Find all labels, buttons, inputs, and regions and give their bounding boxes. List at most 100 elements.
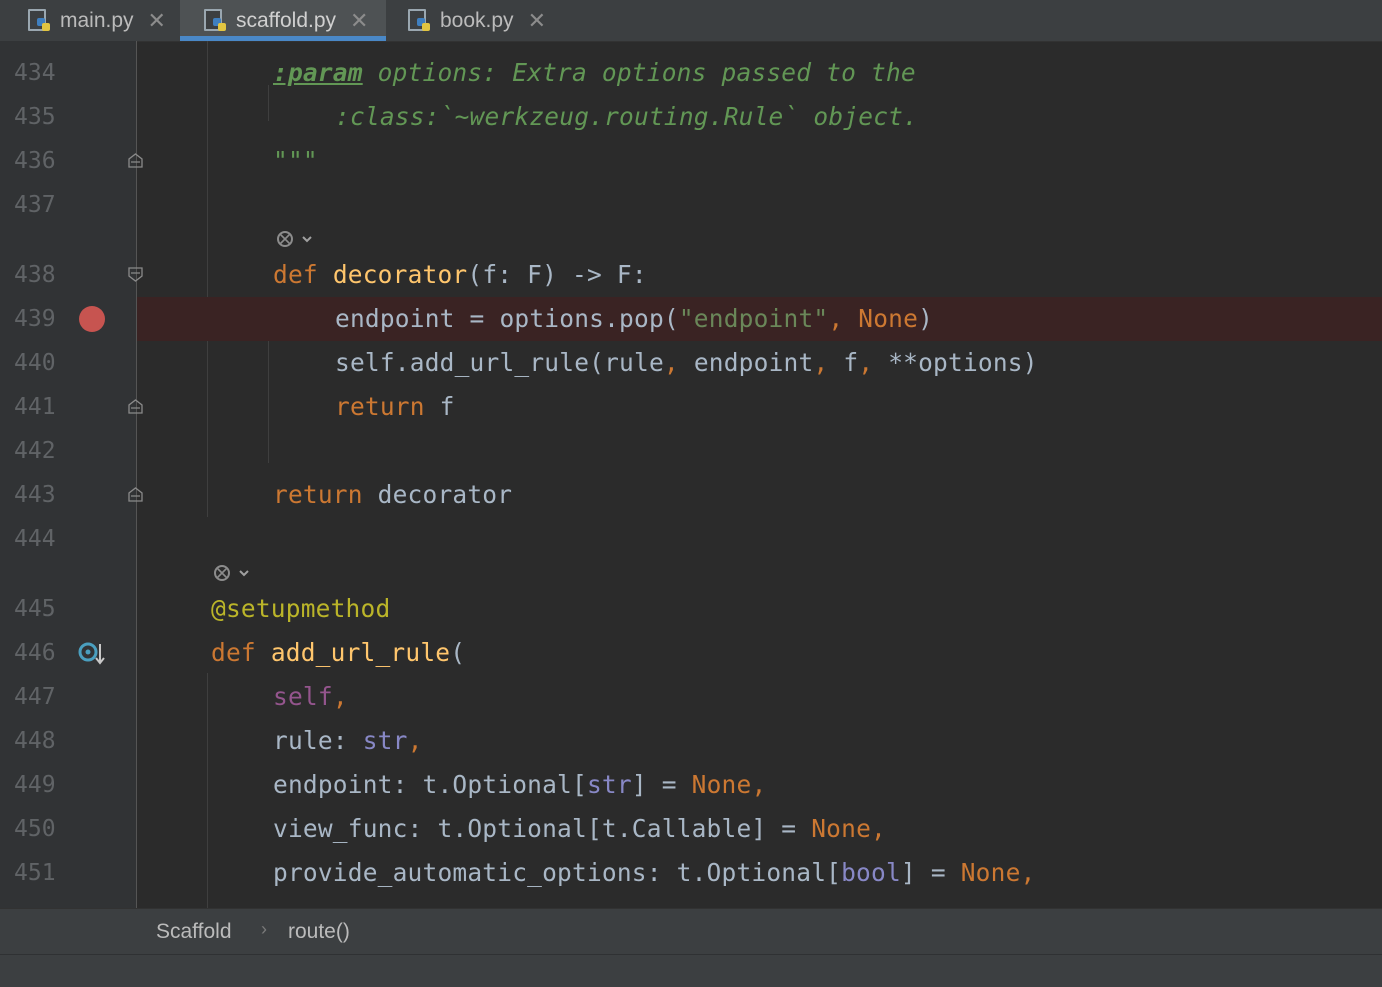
code-text: endpoint: t.Optional[ [273,770,587,799]
docstring-text: :class:`~werkzeug.routing.Rule` object. [335,102,919,131]
code-line[interactable]: 448 rule: str, [0,719,1382,763]
tab-book-py[interactable]: book.py ✕ [386,0,566,41]
status-bar [0,954,1382,987]
keyword-def: def [273,260,333,289]
close-icon[interactable]: ✕ [148,8,166,34]
line-number: 444 [14,526,56,552]
builtin-type: str [586,770,632,799]
code-line[interactable]: 440 self.add_url_rule(rule, endpoint, f,… [0,341,1382,385]
breakpoint-icon[interactable] [79,306,105,332]
code-line[interactable]: 439 endpoint = options.pop("endpoint", N… [0,297,1382,341]
code-text: endpoint = options.pop( [335,304,679,333]
code-line[interactable]: 434 :param options: Extra options passed… [0,51,1382,95]
close-icon[interactable]: ✕ [350,8,368,34]
breadcrumb-separator: › [261,919,267,939]
self-keyword: self [273,682,333,711]
breadcrumb-method[interactable]: route() [288,920,350,944]
fold-start-icon[interactable] [128,267,143,282]
line-number: 436 [14,148,56,174]
code-text: , [751,770,767,799]
code-line[interactable]: 447 self, [0,675,1382,719]
line-number: 446 [14,640,56,666]
code-text: , [858,348,889,377]
none-literal: None [691,770,752,799]
code-text: , [813,348,844,377]
line-number: 445 [14,596,56,622]
function-name: add_url_rule [270,638,451,667]
docstring-text: options: Extra options passed to the [362,58,916,87]
line-number: 434 [14,60,56,86]
tab-label: book.py [440,8,514,32]
tab-label: main.py [60,8,134,32]
tab-main-py[interactable]: main.py ✕ [0,0,180,41]
line-number: 450 [14,816,56,842]
line-number: 442 [14,438,56,464]
code-line[interactable]: 451 provide_automatic_options: t.Optiona… [0,851,1382,895]
code-line[interactable]: 442 [0,429,1382,473]
builtin-type: bool [841,858,901,887]
code-text: , [871,814,886,843]
line-number: 435 [14,104,56,130]
code-editor[interactable]: 434 :param options: Extra options passed… [0,41,1382,908]
line-number: 443 [14,482,56,508]
code-text: , [407,726,423,755]
fold-end-icon[interactable] [128,153,143,168]
keyword-return: return [273,480,378,509]
builtin-type: str [362,726,408,755]
code-line[interactable]: 438 def decorator(f: F) -> F: [0,253,1382,297]
fold-end-icon[interactable] [128,399,143,414]
line-number: 447 [14,684,56,710]
fold-end-icon[interactable] [128,487,143,502]
python-file-icon [406,8,432,34]
code-line[interactable]: 449 endpoint: t.Optional[str] = None, [0,763,1382,807]
code-text: decorator [377,480,513,509]
keyword-def: def [211,638,271,667]
code-line[interactable]: 445 @setupmethod [0,587,1382,631]
ai-hint-icon[interactable] [211,561,251,585]
code-text: , [332,682,348,711]
code-line[interactable]: 436 """ [0,139,1382,183]
ai-hint-icon[interactable] [274,227,314,251]
keyword-return: return [335,392,440,421]
code-text: ( [450,638,466,667]
line-number: 439 [14,306,56,332]
code-line[interactable]: 443 return decorator [0,473,1382,517]
code-line[interactable]: 441 return f [0,385,1382,429]
tab-scaffold-py[interactable]: scaffold.py ✕ [180,0,386,41]
code-line[interactable]: 446 def add_url_rule( [0,631,1382,675]
line-number: 449 [14,772,56,798]
line-number: 441 [14,394,56,420]
python-file-icon [202,8,228,34]
editor-tab-bar: main.py ✕ scaffold.py ✕ book.py ✕ [0,0,1382,42]
code-line[interactable]: 450 view_func: t.Optional[t.Callable] = … [0,807,1382,851]
function-signature: (f: F) -> F: [467,260,647,289]
breadcrumb-class[interactable]: Scaffold [156,920,232,944]
code-line[interactable]: 444 [0,517,1382,561]
line-number: 448 [14,728,56,754]
code-text: , [663,348,694,377]
none-literal: None [858,304,919,333]
code-text: ] = [900,858,961,887]
line-number: 438 [14,262,56,288]
code-text: rule: [273,726,363,755]
code-text: **options) [888,348,1038,377]
code-line[interactable]: 435 :class:`~werkzeug.routing.Rule` obje… [0,95,1382,139]
code-line[interactable]: 437 [0,183,1382,227]
function-name: decorator [332,260,468,289]
docstring-close: """ [273,146,318,175]
code-text: endpoint [693,348,814,377]
code-text: f [439,392,455,421]
code-text: self.add_url_rule(rule [335,348,664,377]
close-icon[interactable]: ✕ [528,8,546,34]
line-number: 437 [14,192,56,218]
overrides-method-icon[interactable] [78,640,106,668]
line-number: 451 [14,860,56,886]
breadcrumb: Scaffold › route() [0,908,1382,955]
none-literal: None [960,858,1021,887]
none-literal: None [811,814,872,843]
code-text: , [1020,858,1036,887]
code-text: f [843,348,859,377]
doc-param-tag: :param [273,58,363,87]
code-text: ) [918,304,934,333]
string-literal: "endpoint" [678,304,829,333]
